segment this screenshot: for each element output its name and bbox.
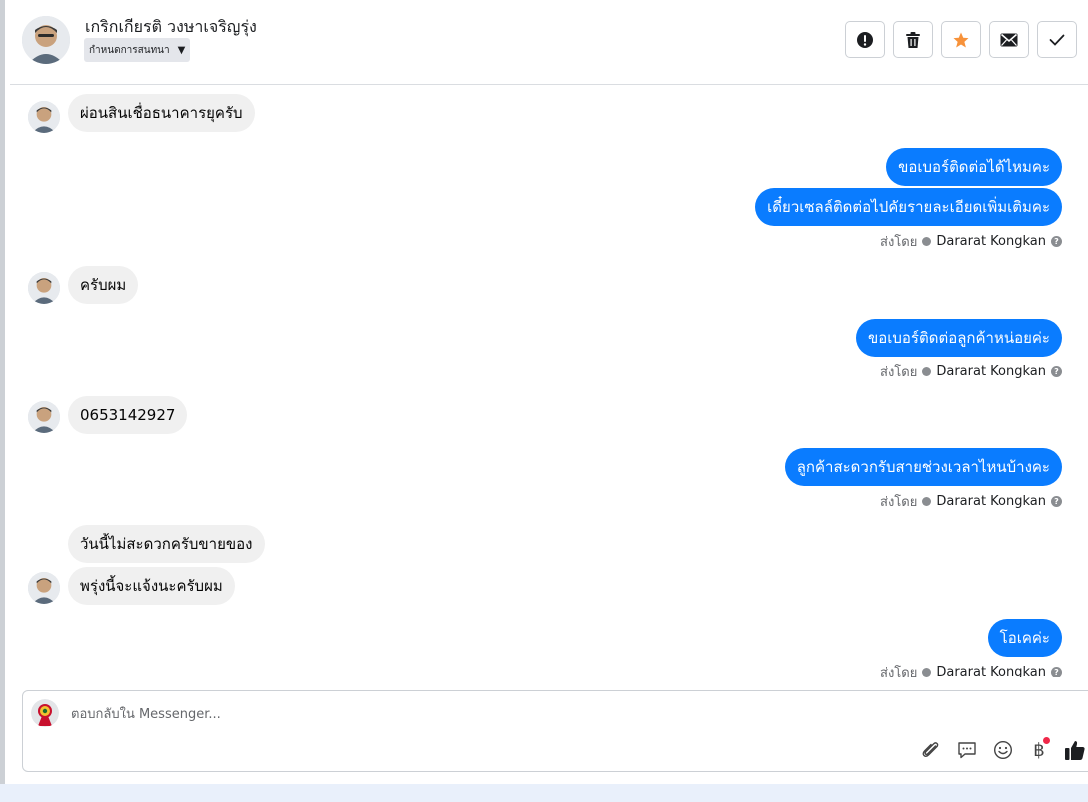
envelope-icon xyxy=(1000,33,1018,46)
payment-button[interactable]: ฿ xyxy=(1028,737,1050,761)
notification-dot xyxy=(1043,737,1050,744)
outgoing-message[interactable]: เดี๋ยวเซลล์ติดต่อไปคัยรายละเอียดเพิ่มเติ… xyxy=(755,188,1062,226)
sent-by-line: ส่งโดย Dararat Kongkan ? xyxy=(880,493,1062,510)
checkmark-icon xyxy=(1049,34,1065,46)
attach-button[interactable] xyxy=(920,739,942,761)
reply-composer: ฿ xyxy=(22,690,1088,772)
customer-avatar-small[interactable] xyxy=(28,272,60,304)
verified-dot-icon xyxy=(922,366,932,376)
header-actions xyxy=(845,21,1077,58)
agent-name: Dararat Kongkan xyxy=(936,664,1046,678)
mark-done-button[interactable] xyxy=(1037,21,1077,58)
saved-reply-button[interactable] xyxy=(956,739,978,761)
conversation-tag-dropdown[interactable]: กำหนดการสนทนา ▼ xyxy=(84,38,191,62)
caret-down-icon: ▼ xyxy=(177,44,186,56)
sent-by-line: ส่งโดย Dararat Kongkan ? xyxy=(880,363,1062,380)
incoming-message[interactable]: 0653142927 xyxy=(68,396,188,434)
customer-avatar[interactable] xyxy=(22,16,70,64)
outgoing-message[interactable]: ขอเบอร์ติดต่อได้ไหมคะ xyxy=(886,148,1062,186)
outgoing-message[interactable]: โอเคค่ะ xyxy=(987,619,1062,657)
delete-button[interactable] xyxy=(893,21,933,58)
agent-name: Dararat Kongkan xyxy=(936,363,1046,379)
star-button[interactable] xyxy=(941,21,981,58)
sent-by-label: ส่งโดย xyxy=(880,665,918,678)
incoming-message[interactable]: พรุ่งนี้จะแจ้งนะครับผม xyxy=(68,567,235,605)
verified-dot-icon xyxy=(922,496,932,506)
thumbs-up-icon xyxy=(1065,741,1085,760)
star-icon xyxy=(953,32,969,47)
person-avatar-icon xyxy=(28,572,60,604)
outgoing-message[interactable]: ขอเบอร์ติดต่อลูกค้าหน่อยค่ะ xyxy=(856,319,1062,357)
message-thread[interactable]: ผ่อนสินเชื่อธนาคารยุครับ ขอเบอร์ติดต่อได… xyxy=(10,85,1088,677)
person-avatar-icon xyxy=(28,401,60,433)
alert-circle-icon xyxy=(857,31,873,48)
sent-by-label: ส่งโดย xyxy=(880,234,918,250)
composer-tools: ฿ xyxy=(920,737,1086,761)
help-icon[interactable]: ? xyxy=(1051,666,1062,677)
customer-avatar-small[interactable] xyxy=(28,101,60,133)
page-logo-icon xyxy=(31,699,59,727)
help-icon[interactable]: ? xyxy=(1051,365,1062,377)
sent-by-label: ส่งโดย xyxy=(880,364,918,380)
customer-avatar-small[interactable] xyxy=(28,572,60,604)
incoming-message[interactable]: วันนี้ไม่สะดวกครับขายของ xyxy=(68,525,265,563)
customer-avatar-small[interactable] xyxy=(28,401,60,433)
sent-by-line: ส่งโดย Dararat Kongkan ? xyxy=(880,233,1062,250)
person-avatar-icon xyxy=(28,272,60,304)
help-icon[interactable]: ? xyxy=(1051,235,1062,247)
emoji-button[interactable] xyxy=(992,739,1014,761)
emoji-icon xyxy=(993,740,1013,760)
reply-input[interactable] xyxy=(71,704,871,724)
saved-reply-icon xyxy=(958,742,976,759)
person-avatar-icon xyxy=(22,16,70,64)
conversation-tag-label: กำหนดการสนทนา xyxy=(89,44,170,56)
sent-by-label: ส่งโดย xyxy=(880,494,918,510)
help-icon[interactable]: ? xyxy=(1051,495,1062,507)
sent-by-line: ส่งโดย Dararat Kongkan ? xyxy=(880,664,1062,677)
incoming-message[interactable]: ครับผม xyxy=(68,266,139,304)
trash-icon xyxy=(906,31,920,48)
mark-spam-button[interactable] xyxy=(845,21,885,58)
agent-name: Dararat Kongkan xyxy=(936,233,1046,249)
verified-dot-icon xyxy=(922,236,932,246)
like-button[interactable] xyxy=(1064,739,1086,761)
person-avatar-icon xyxy=(28,101,60,133)
verified-dot-icon xyxy=(922,667,932,677)
mark-unread-button[interactable] xyxy=(989,21,1029,58)
paperclip-icon xyxy=(922,742,939,757)
incoming-message[interactable]: ผ่อนสินเชื่อธนาคารยุครับ xyxy=(68,94,255,132)
conversation-header: เกริกเกียรติ วงษาเจริญรุ่ง กำหนดการสนทนา… xyxy=(10,0,1088,85)
page-avatar xyxy=(31,699,59,727)
outgoing-message[interactable]: ลูกค้าสะดวกรับสายช่วงเวลาไหนบ้างคะ xyxy=(784,448,1062,486)
customer-name: เกริกเกียรติ วงษาเจริญรุ่ง xyxy=(85,17,257,36)
conversation-panel: เกริกเกียรติ วงษาเจริญรุ่ง กำหนดการสนทนา… xyxy=(0,0,1088,784)
agent-name: Dararat Kongkan xyxy=(936,493,1046,509)
